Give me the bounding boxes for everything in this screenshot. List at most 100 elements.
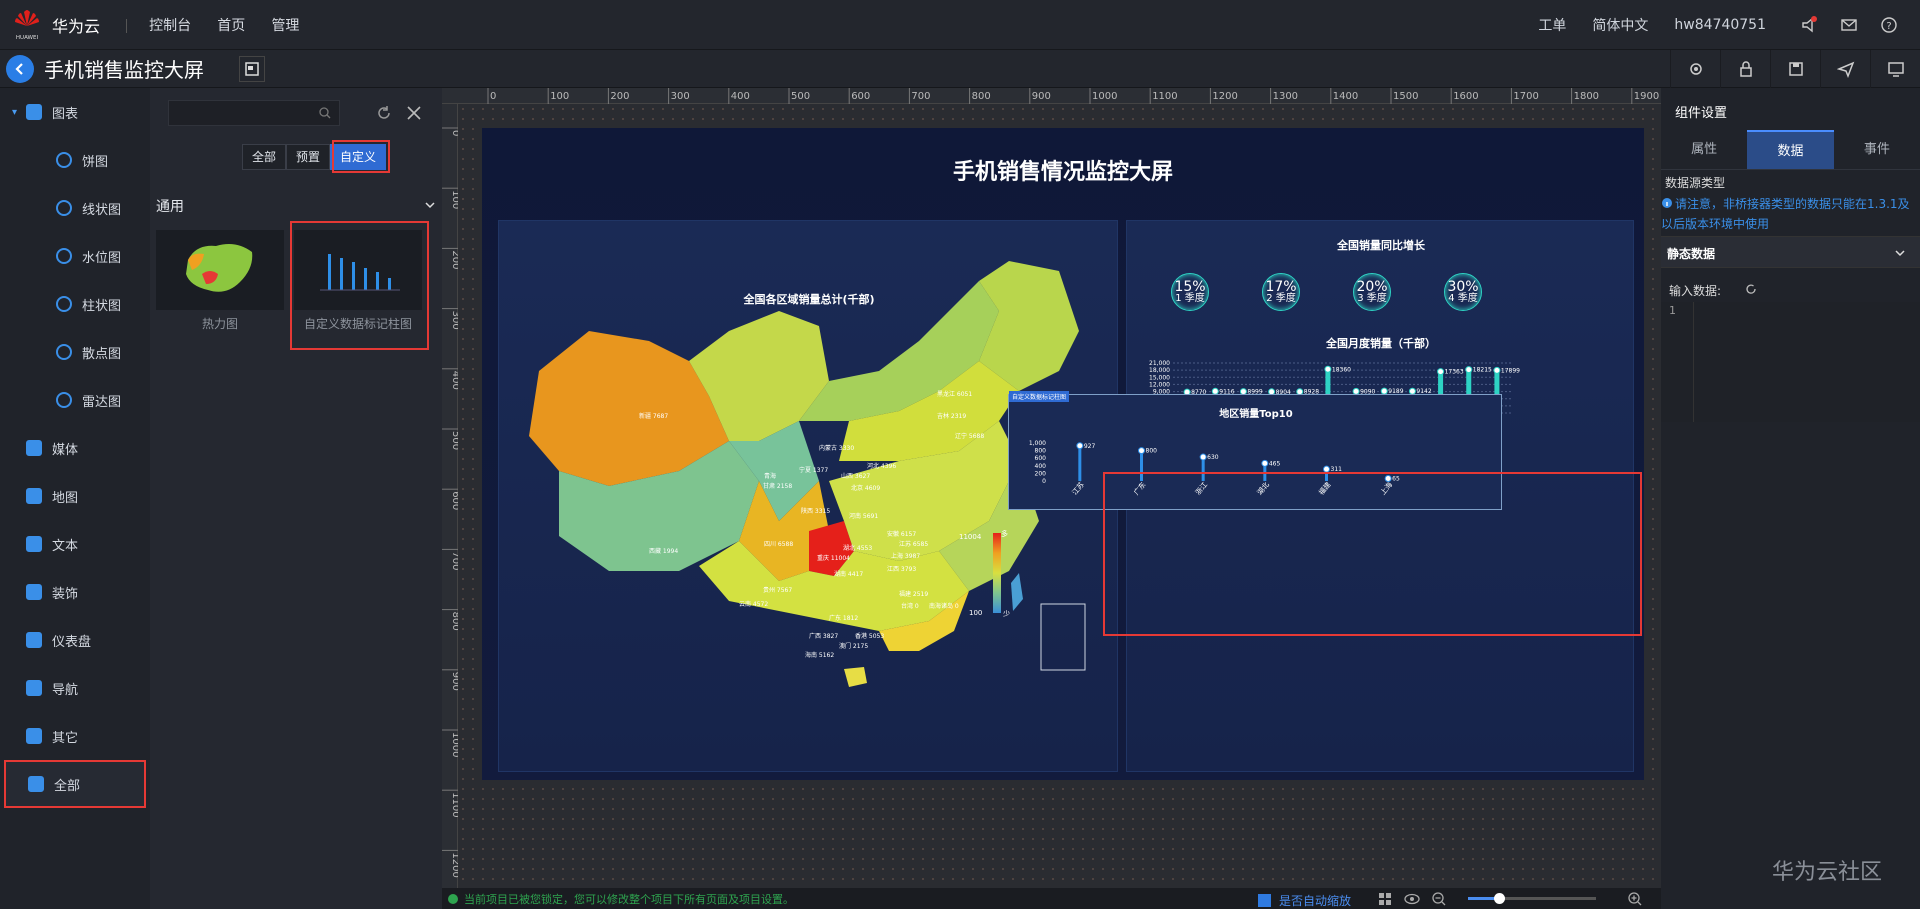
- nav-manage[interactable]: 管理: [271, 18, 299, 34]
- growth-gauge: 20% 3 季度: [1353, 273, 1391, 311]
- settings-button[interactable]: [1670, 49, 1720, 88]
- zoom-in-icon[interactable]: [1628, 892, 1642, 906]
- sidebar-item-6[interactable]: 雷达图: [0, 376, 150, 424]
- search-input[interactable]: [168, 100, 340, 126]
- editor-divider: [1693, 302, 1694, 422]
- map-label: 河南 5691: [849, 513, 879, 520]
- data-label: 17899: [1501, 367, 1520, 374]
- checkbox-icon: [1258, 894, 1271, 907]
- top-right: 工单 简体中文 hw84740751 ?: [1538, 15, 1920, 35]
- zoom-slider[interactable]: [1468, 893, 1596, 904]
- ruler-label: 900: [1032, 91, 1051, 102]
- map-label: 澳门 2175: [839, 643, 869, 650]
- sidebar-item-4[interactable]: 柱状图: [0, 280, 150, 328]
- zoom-slider-handle[interactable]: [1494, 893, 1505, 904]
- mail-icon[interactable]: [1840, 16, 1858, 34]
- sidebar-item-label: 导航: [52, 682, 79, 698]
- y-tick-label: 800: [1035, 448, 1047, 455]
- ruler-label: 1100: [450, 792, 458, 817]
- growth-label: 4 季度: [1448, 293, 1478, 304]
- sidebar-item-2[interactable]: 线状图: [0, 184, 150, 232]
- sidebar-item-label: 文本: [52, 538, 79, 554]
- water-icon: [56, 248, 72, 264]
- map-region-hainan: [844, 667, 867, 687]
- svg-text:?: ?: [1886, 21, 1891, 32]
- chevron-down-icon: [1895, 250, 1905, 257]
- grid-icon[interactable]: [1378, 892, 1392, 906]
- lock-button[interactable]: [1720, 49, 1770, 88]
- map-label: 台湾 0: [901, 603, 919, 610]
- ruler-label: 700: [450, 551, 458, 570]
- sidebar-item-label: 水位图: [82, 250, 122, 266]
- refresh-icon[interactable]: [376, 105, 392, 121]
- help-icon[interactable]: ?: [1880, 16, 1898, 34]
- pie-icon: [56, 152, 72, 168]
- gauge-icon: [26, 632, 42, 648]
- ruler-label: 1400: [1333, 91, 1358, 102]
- sidebar-item-8[interactable]: 地图: [0, 472, 150, 520]
- page-switch-button[interactable]: [239, 55, 265, 82]
- nav-console[interactable]: 控制台: [149, 18, 191, 34]
- source-select[interactable]: 静态数据: [1661, 236, 1920, 268]
- chevron-down-icon: [425, 202, 435, 209]
- sidebar-item-3[interactable]: 水位图: [0, 232, 150, 280]
- map-label: 宁夏 1377: [799, 467, 829, 474]
- publish-button[interactable]: [1820, 49, 1870, 88]
- ruler-ticks: 0 100 200 300 400 500 600 700 800 900 1000 1100 1200: [442, 127, 461, 878]
- auto-zoom-toggle[interactable]: 是否自动缩放: [1258, 892, 1351, 909]
- sidebar-item-11[interactable]: 仪表盘: [0, 616, 150, 664]
- sidebar-item-1[interactable]: 饼图: [0, 136, 150, 184]
- sidebar-item-12[interactable]: 导航: [0, 664, 150, 712]
- sidebar-item-10[interactable]: 装饰: [0, 568, 150, 616]
- dashboard-screen[interactable]: 手机销售情况监控大屏 全国各区域销量总计(千部) 新疆 7687 西藏 1994 青…: [482, 128, 1644, 780]
- map-label: 广西 3827: [809, 633, 839, 640]
- heatmap-thumbnail[interactable]: [156, 230, 284, 310]
- sidebar-item-7[interactable]: 媒体: [0, 424, 150, 472]
- nav-home[interactable]: 首页: [217, 18, 245, 34]
- growth-value: 30%: [1447, 279, 1479, 295]
- tab-data[interactable]: 数据: [1747, 130, 1834, 169]
- scatter-icon: [56, 344, 72, 360]
- tab-events[interactable]: 事件: [1834, 130, 1920, 169]
- filter-preset[interactable]: 预置: [286, 144, 331, 170]
- sidebar-item-label: 柱状图: [82, 298, 122, 314]
- save-button[interactable]: [1770, 49, 1820, 88]
- notification-icon[interactable]: [1800, 15, 1818, 34]
- filter-all[interactable]: 全部: [242, 144, 287, 170]
- language-select[interactable]: 简体中文: [1592, 15, 1648, 35]
- tab-properties[interactable]: 属性: [1661, 130, 1747, 169]
- bar-marker: [1199, 453, 1207, 461]
- y-tick-label: 0: [1042, 478, 1046, 485]
- data-label: 465: [1269, 460, 1281, 467]
- ruler-label: 300: [450, 311, 458, 330]
- map-label: 河北 4396: [867, 463, 897, 470]
- preview-button[interactable]: [1870, 49, 1920, 88]
- sidebar-item-label: 饼图: [82, 154, 109, 170]
- ruler-label: 1700: [1513, 91, 1538, 102]
- sidebar-item-0[interactable]: ▾ 图表: [0, 88, 150, 136]
- back-button[interactable]: [6, 54, 34, 83]
- ruler-label: 1000: [450, 732, 458, 757]
- ticket-link[interactable]: 工单: [1538, 15, 1566, 35]
- username[interactable]: hw84740751: [1674, 17, 1766, 33]
- map-label: 香港 5053: [855, 633, 885, 640]
- top-nav: 控制台 首页 管理: [126, 15, 321, 35]
- section-general[interactable]: 通用: [156, 196, 436, 216]
- brush-icon: [26, 584, 42, 600]
- refresh-icon[interactable]: [1745, 283, 1757, 295]
- section-title: 通用: [156, 199, 184, 215]
- eye-icon[interactable]: [1404, 893, 1420, 905]
- text-icon: [26, 536, 42, 552]
- ruler-label: 900: [450, 672, 458, 691]
- ruler-label: 400: [450, 371, 458, 390]
- close-icon[interactable]: [406, 105, 422, 121]
- sidebar-item-5[interactable]: 散点图: [0, 328, 150, 376]
- sidebar-item-9[interactable]: 文本: [0, 520, 150, 568]
- data-editor[interactable]: 1: [1661, 302, 1920, 422]
- component-sidebar: ▾ 图表饼图线状图水位图柱状图散点图 雷达图 媒体 地图文本装饰 仪表盘导航其它 全部: [0, 88, 150, 909]
- zoom-out-icon[interactable]: [1432, 892, 1446, 906]
- y-tick-label: 600: [1035, 455, 1047, 462]
- sidebar-item-14[interactable]: 全部: [4, 760, 146, 808]
- sidebar-item-13[interactable]: 其它: [0, 712, 150, 760]
- huawei-logo[interactable]: HUAWEI 华为云: [12, 8, 126, 42]
